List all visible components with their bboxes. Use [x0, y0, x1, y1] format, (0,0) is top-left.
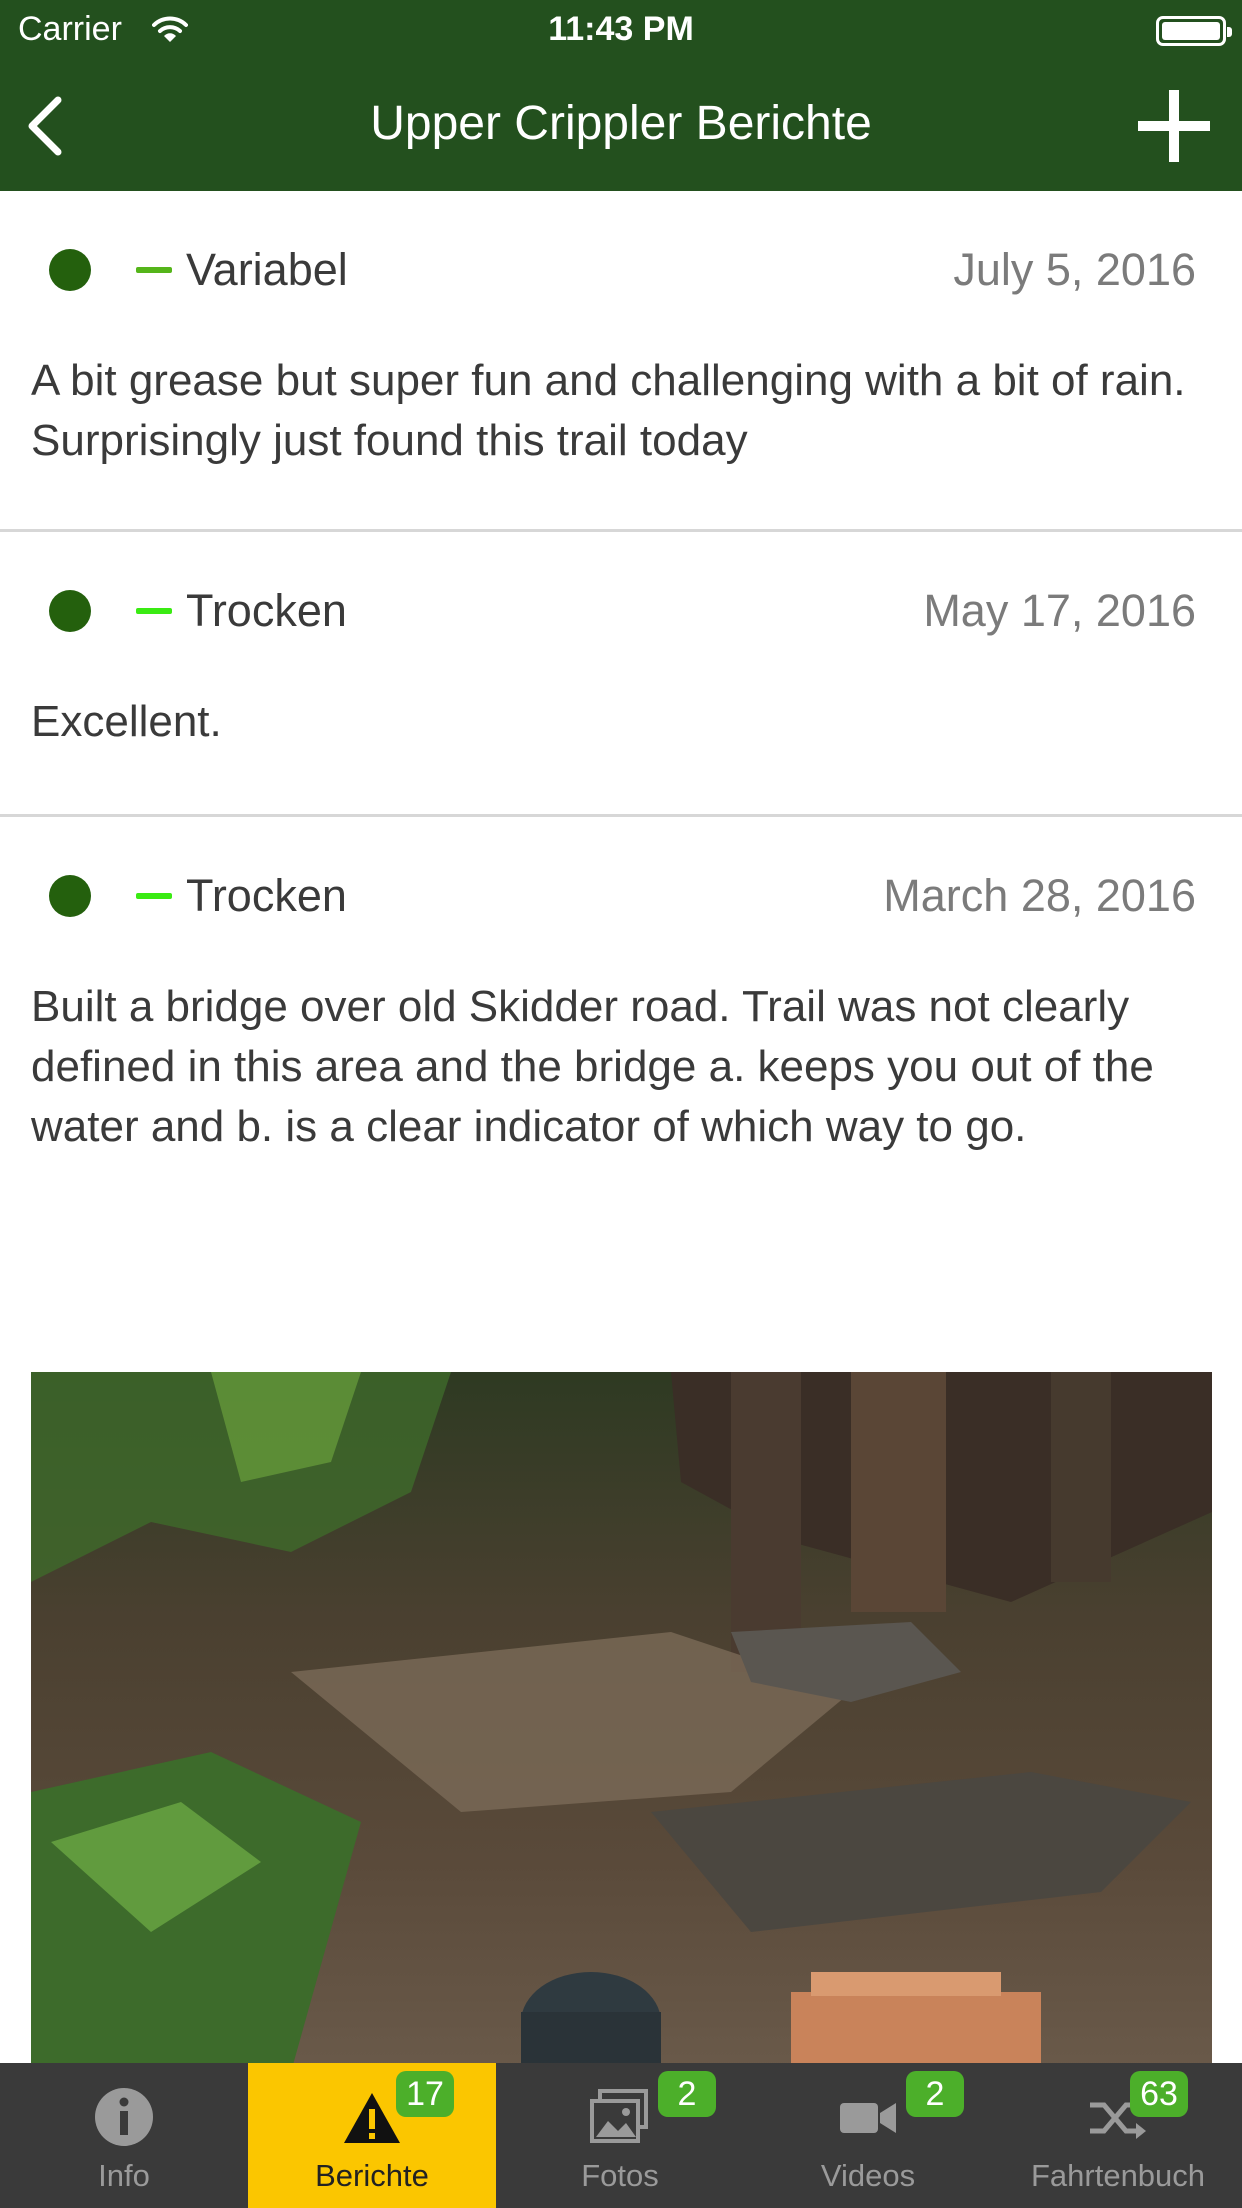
tab-label: Info [98, 2158, 150, 2193]
tab-badge: 17 [396, 2071, 454, 2117]
plus-icon[interactable] [1134, 86, 1214, 166]
condition-indicator [136, 893, 172, 899]
report-text: A bit grease but super fun and challengi… [31, 356, 1186, 465]
tab-berichte[interactable]: 17 Berichte [248, 2063, 496, 2208]
status-dot [49, 590, 91, 632]
tab-videos[interactable]: 2 Videos [744, 2063, 992, 2208]
app-header: Carrier 11:43 PM Upper Crippler Berichte [0, 0, 1242, 191]
status-time: 11:43 PM [548, 10, 694, 48]
condition-label: Trocken [186, 585, 347, 636]
report-photo[interactable] [31, 1372, 1212, 2072]
condition-label: Trocken [186, 870, 347, 921]
tab-label: Fahrtenbuch [1030, 2158, 1206, 2193]
tab-label: Fotos [581, 2158, 659, 2193]
report-date: July 5, 2016 [953, 244, 1196, 295]
report-item[interactable]: Variabel July 5, 2016 A bit grease but s… [0, 191, 1242, 532]
tab-info[interactable]: Info [0, 2063, 248, 2208]
tab-fotos[interactable]: 2 Fotos [496, 2063, 744, 2208]
tab-badge: 63 [1130, 2071, 1188, 2117]
condition-indicator [136, 267, 172, 273]
report-item[interactable]: Trocken March 28, 2016 Built a bridge ov… [0, 817, 1242, 1215]
battery-icon [1156, 16, 1232, 46]
tab-label: Videos [820, 2158, 916, 2193]
status-bar: Carrier 11:43 PM [0, 0, 1242, 62]
tab-badge: 2 [906, 2071, 964, 2117]
status-dot [49, 249, 91, 291]
tab-label: Berichte [315, 2158, 429, 2193]
condition-indicator [136, 608, 172, 614]
tab-badge: 2 [658, 2071, 716, 2117]
photos-icon [588, 2085, 652, 2149]
report-header: Trocken March 28, 2016 [0, 817, 1242, 977]
report-date: May 17, 2016 [923, 585, 1196, 636]
report-text: Excellent. [31, 697, 222, 746]
warning-icon [340, 2085, 404, 2149]
report-item[interactable]: Trocken May 17, 2016 Excellent. [0, 532, 1242, 817]
report-header: Trocken May 17, 2016 [0, 532, 1242, 692]
navigation-bar: Upper Crippler Berichte [0, 62, 1242, 191]
status-dot [49, 875, 91, 917]
tab-fahrtenbuch[interactable]: 63 Fahrtenbuch [994, 2063, 1242, 2208]
page-title: Upper Crippler Berichte [370, 97, 872, 150]
condition-label: Variabel [186, 244, 348, 295]
report-text: Built a bridge over old Skidder road. Tr… [31, 982, 1154, 1151]
info-icon [92, 2085, 156, 2149]
report-header: Variabel July 5, 2016 [0, 191, 1242, 351]
tab-bar: Info 17 Berichte 2 Fotos 2 Videos 63 Fah… [0, 2063, 1242, 2208]
video-camera-icon [836, 2085, 900, 2149]
report-date: March 28, 2016 [883, 870, 1196, 921]
